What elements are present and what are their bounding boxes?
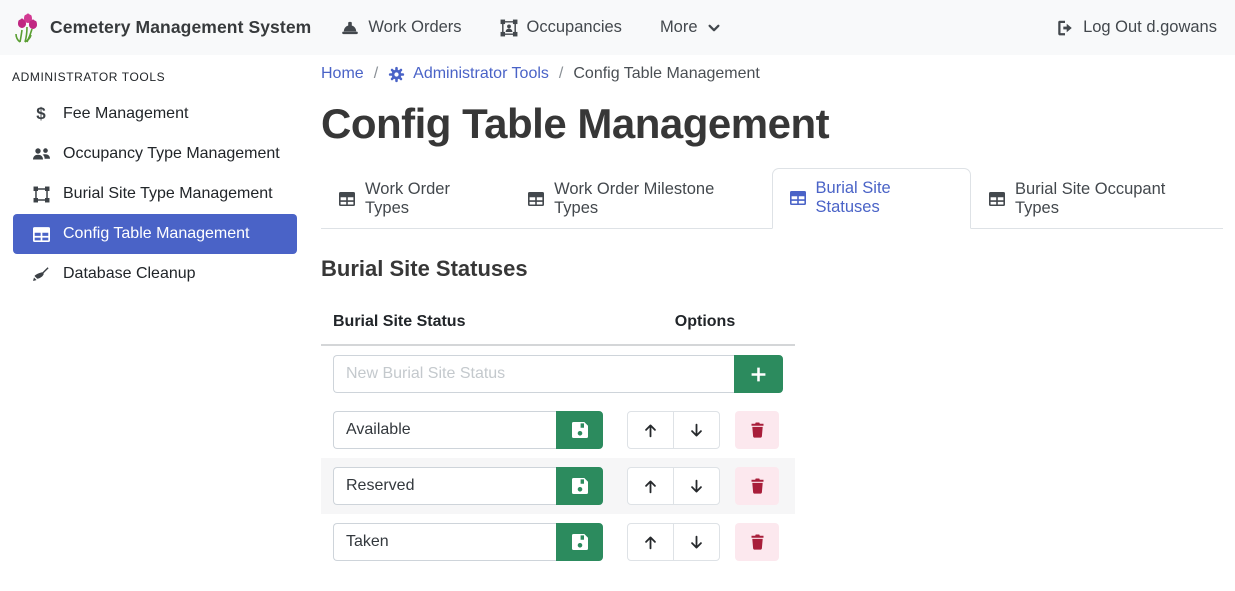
sidebar-item-label: Database Cleanup xyxy=(63,265,196,283)
sidebar-item-occupancy-type-management[interactable]: Occupancy Type Management xyxy=(13,134,297,174)
column-header-status: Burial Site Status xyxy=(321,303,615,345)
users-icon xyxy=(29,146,53,162)
tulips-logo-icon xyxy=(14,12,40,44)
hard-hat-icon xyxy=(341,19,359,37)
save-button[interactable] xyxy=(556,411,603,449)
sign-out-icon xyxy=(1056,19,1074,37)
sidebar-item-burial-site-type-management[interactable]: Burial Site Type Management xyxy=(13,174,297,214)
section-heading: Burial Site Statuses xyxy=(321,256,1223,282)
move-down-button[interactable] xyxy=(673,411,720,449)
sidebar-heading: ADMINISTRATOR TOOLS xyxy=(12,70,310,84)
sidebar-item-label: Fee Management xyxy=(63,105,188,123)
main-content: Home / Administrator Tools / Config T xyxy=(321,55,1223,570)
plus-icon xyxy=(750,366,767,383)
sidebar-item-label: Config Table Management xyxy=(63,225,250,243)
arrow-up-icon xyxy=(642,478,659,495)
delete-button[interactable] xyxy=(735,523,779,561)
status-row-available xyxy=(321,402,795,458)
arrow-down-icon xyxy=(688,478,705,495)
table-icon xyxy=(528,192,544,206)
breadcrumb-separator: / xyxy=(559,65,563,83)
save-icon xyxy=(572,534,588,550)
tab-work-order-types[interactable]: Work Order Types xyxy=(321,169,510,229)
tab-burial-site-occupant-types[interactable]: Burial Site Occupant Types xyxy=(971,169,1223,229)
tab-work-order-milestone-types[interactable]: Work Order Milestone Types xyxy=(510,169,771,229)
reorder-button-group xyxy=(627,467,720,505)
top-navbar: Cemetery Management System Work Orders xyxy=(0,0,1235,55)
move-up-button[interactable] xyxy=(627,523,674,561)
sidebar-item-database-cleanup[interactable]: Database Cleanup xyxy=(13,254,297,294)
arrow-down-icon xyxy=(688,534,705,551)
table-icon xyxy=(29,227,53,242)
arrow-up-icon xyxy=(642,534,659,551)
breadcrumb-current: Config Table Management xyxy=(573,65,760,83)
sidebar-item-fee-management[interactable]: $ Fee Management xyxy=(13,94,297,134)
nav-item-label: Occupancies xyxy=(527,18,622,37)
broom-icon xyxy=(29,266,53,282)
tab-label: Burial Site Statuses xyxy=(816,179,953,217)
status-input[interactable] xyxy=(333,411,556,449)
save-button[interactable] xyxy=(556,523,603,561)
reorder-button-group xyxy=(627,523,720,561)
trash-icon xyxy=(750,534,765,550)
arrow-down-icon xyxy=(688,422,705,439)
config-tabs: Work Order Types Work Order Milestone Ty… xyxy=(321,168,1223,229)
nav-item-occupancies[interactable]: Occupancies xyxy=(500,18,622,37)
breadcrumb: Home / Administrator Tools / Config T xyxy=(321,65,1223,83)
table-icon xyxy=(339,192,355,206)
admin-sidebar: ADMINISTRATOR TOOLS $ Fee Management Occ… xyxy=(0,55,310,294)
move-down-button[interactable] xyxy=(673,467,720,505)
status-row-reserved xyxy=(321,458,795,514)
gear-icon xyxy=(388,66,405,83)
tab-label: Work Order Milestone Types xyxy=(554,180,753,218)
table-icon xyxy=(989,192,1005,206)
dollar-icon: $ xyxy=(29,104,53,124)
save-icon xyxy=(572,478,588,494)
breadcrumb-admin-tools-link[interactable]: Administrator Tools xyxy=(388,65,549,83)
reorder-button-group xyxy=(627,411,720,449)
frame-person-icon xyxy=(500,19,518,37)
new-status-input[interactable] xyxy=(333,355,734,393)
logout-label: Log Out d.gowans xyxy=(1083,18,1217,37)
logout-link[interactable]: Log Out d.gowans xyxy=(1056,18,1217,37)
arrow-up-icon xyxy=(642,422,659,439)
burial-site-status-table: Burial Site Status Options xyxy=(321,303,795,570)
sidebar-item-label: Occupancy Type Management xyxy=(63,145,280,163)
move-down-button[interactable] xyxy=(673,523,720,561)
app-brand[interactable]: Cemetery Management System xyxy=(14,12,311,44)
status-row-taken xyxy=(321,514,795,570)
save-icon xyxy=(572,422,588,438)
breadcrumb-home-link[interactable]: Home xyxy=(321,65,364,83)
column-header-options: Options xyxy=(615,303,795,345)
trash-icon xyxy=(750,478,765,494)
nav-item-work-orders[interactable]: Work Orders xyxy=(341,18,461,37)
nav-item-more[interactable]: More xyxy=(660,18,721,37)
move-up-button[interactable] xyxy=(627,467,674,505)
chevron-down-icon xyxy=(707,21,721,35)
delete-button[interactable] xyxy=(735,411,779,449)
tab-label: Work Order Types xyxy=(365,180,492,218)
sidebar-item-label: Burial Site Type Management xyxy=(63,185,273,203)
sidebar-item-config-table-management[interactable]: Config Table Management xyxy=(13,214,297,254)
status-input[interactable] xyxy=(333,523,556,561)
delete-button[interactable] xyxy=(735,467,779,505)
move-up-button[interactable] xyxy=(627,411,674,449)
nav-item-label: More xyxy=(660,18,698,37)
app-title: Cemetery Management System xyxy=(50,17,311,38)
table-icon xyxy=(790,191,806,205)
new-status-row xyxy=(321,345,795,402)
add-status-button[interactable] xyxy=(734,355,783,393)
page-title: Config Table Management xyxy=(321,100,1223,148)
breadcrumb-separator: / xyxy=(374,65,378,83)
save-button[interactable] xyxy=(556,467,603,505)
tab-burial-site-statuses[interactable]: Burial Site Statuses xyxy=(772,168,971,229)
trash-icon xyxy=(750,422,765,438)
nav-item-label: Work Orders xyxy=(368,18,461,37)
tab-label: Burial Site Occupant Types xyxy=(1015,180,1205,218)
vector-square-icon xyxy=(29,186,53,203)
status-input[interactable] xyxy=(333,467,556,505)
